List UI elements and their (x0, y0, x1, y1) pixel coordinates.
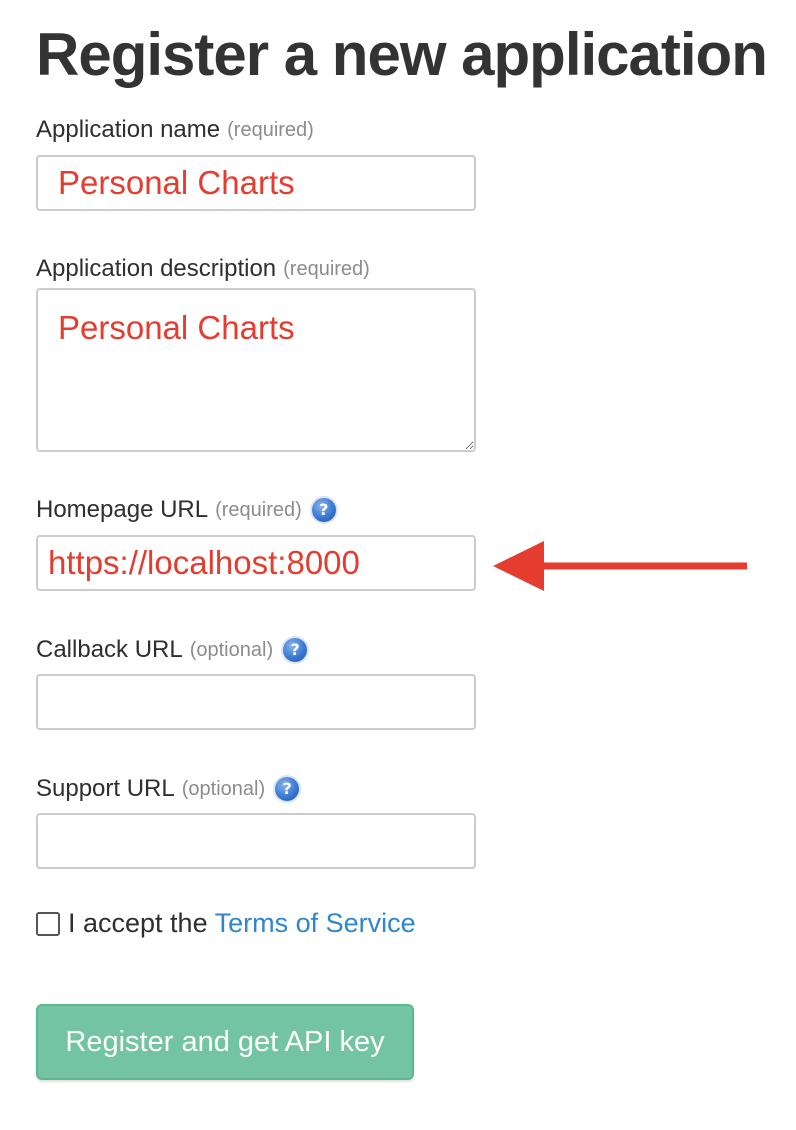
support-url-label: Support URL (optional) ? (36, 775, 300, 803)
support-url-label-text: Support URL (36, 775, 175, 802)
support-url-input[interactable] (36, 813, 476, 869)
app-name-label-text: Application name (36, 116, 221, 143)
terms-row: I accept the Terms of Service (36, 908, 416, 939)
register-button[interactable]: Register and get API key (36, 1004, 414, 1080)
app-description-required-hint: (required) (283, 257, 370, 280)
callback-url-optional-hint: (optional) (189, 638, 274, 661)
support-url-optional-hint: (optional) (181, 777, 266, 800)
terms-of-service-link[interactable]: Terms of Service (215, 908, 416, 939)
app-name-label: Application name (required) (36, 116, 314, 144)
app-name-required-hint: (required) (227, 118, 314, 141)
app-name-input[interactable] (36, 155, 476, 211)
callback-url-input[interactable] (36, 674, 476, 730)
app-description-textarea[interactable]: Personal Charts (36, 288, 476, 452)
callback-url-label-text: Callback URL (36, 636, 183, 663)
question-icon[interactable]: ? (283, 638, 308, 662)
terms-checkbox[interactable] (36, 911, 60, 936)
terms-prefix: I accept the (68, 908, 208, 938)
homepage-url-label: Homepage URL (required) ? (36, 496, 336, 524)
left-arrow-icon (493, 541, 747, 591)
homepage-url-input[interactable] (36, 535, 476, 591)
app-description-label: Application description (required) (36, 255, 370, 283)
app-description-label-text: Application description (36, 255, 277, 282)
question-icon[interactable]: ? (311, 498, 336, 522)
callback-url-label: Callback URL (optional) ? (36, 636, 308, 664)
question-icon[interactable]: ? (275, 777, 300, 801)
homepage-url-required-hint: (required) (215, 498, 302, 521)
homepage-url-label-text: Homepage URL (36, 496, 209, 523)
page-title: Register a new application (36, 21, 768, 88)
